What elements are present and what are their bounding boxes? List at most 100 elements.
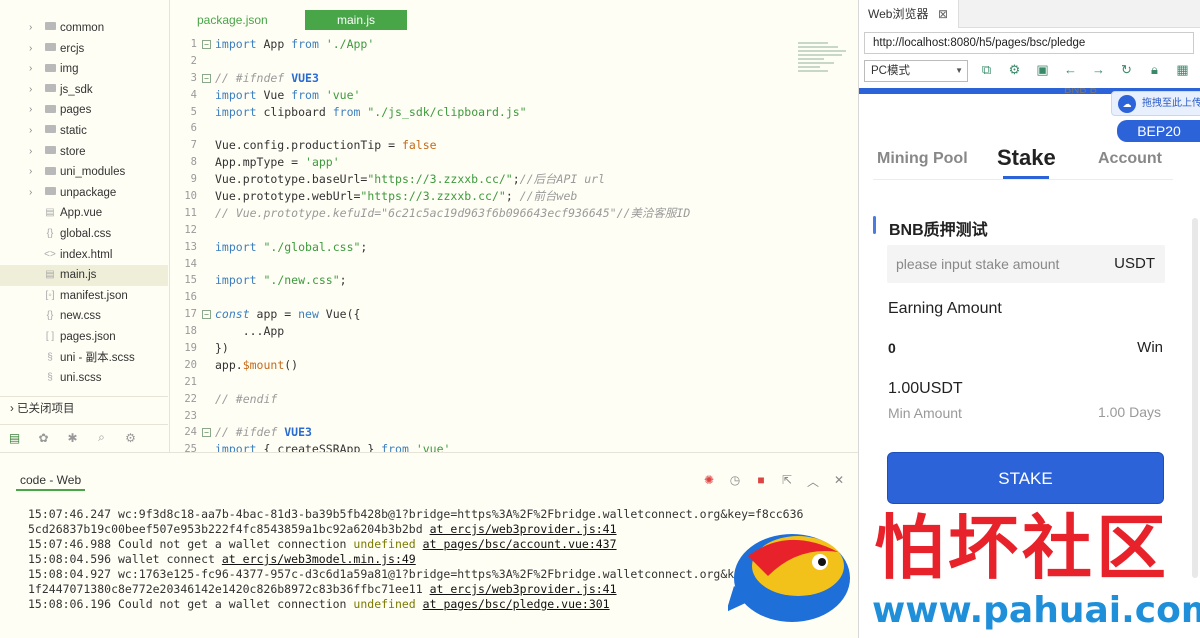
sidebar-item[interactable]: {} new.css [0, 306, 168, 327]
console-title[interactable]: code - Web [16, 469, 86, 491]
code-line[interactable]: 16 [171, 289, 796, 306]
export-icon[interactable]: ⇱ [778, 473, 796, 490]
code-line[interactable]: 12 [171, 222, 796, 239]
fold-icon[interactable]: − [202, 310, 211, 320]
code-line[interactable]: 4 import Vue from 'vue' [171, 87, 796, 104]
minimap[interactable] [798, 40, 852, 100]
ide-window: › common › ercjs › img › js_sdk › pages › static › st… [0, 0, 858, 638]
scrollbar[interactable] [1192, 218, 1198, 578]
sidebar-item[interactable]: [◦] manifest.json [0, 286, 168, 307]
sidebar-item[interactable]: § uni.scss [0, 368, 168, 389]
code-line[interactable]: 18 ...App [171, 323, 796, 340]
qr-icon[interactable]: ▦ [1173, 62, 1192, 78]
refresh-icon[interactable]: ↻ [1117, 62, 1136, 78]
chevron-right-icon[interactable]: › [29, 18, 32, 39]
fold-icon[interactable]: − [202, 428, 211, 438]
code-line[interactable]: 3−// #ifndef VUE3 [171, 70, 796, 87]
chevron-right-icon[interactable]: › [29, 100, 32, 121]
url-bar[interactable]: http://localhost:8080/h5/pages/bsc/pledg… [864, 32, 1194, 54]
close-icon[interactable]: ⊠ [938, 0, 948, 28]
code-line[interactable]: 22 // #endif [171, 391, 796, 408]
chevron-right-icon[interactable]: › [29, 59, 32, 80]
chevron-right-icon[interactable]: › [29, 39, 32, 60]
code-line[interactable]: 10 Vue.prototype.webUrl="https://3.zzxxb.… [171, 188, 796, 205]
code-line[interactable]: 5 import clipboard from "./js_sdk/clipboa… [171, 104, 796, 121]
code-line[interactable]: 8 App.mpType = 'app' [171, 154, 796, 171]
sidebar-item[interactable]: [ ] pages.json [0, 327, 168, 348]
clear-icon[interactable]: ✕ [830, 473, 848, 490]
code-line[interactable]: 15 import "./new.css"; [171, 272, 796, 289]
sidebar-item[interactable]: › static [0, 121, 168, 142]
sidebar-item[interactable]: § uni - 副本.scss [0, 348, 168, 369]
stop-icon[interactable]: ■ [752, 473, 770, 490]
collapse-icon[interactable]: ︿ [804, 473, 822, 490]
sidebar-item[interactable]: ▤ App.vue [0, 203, 168, 224]
sidebar-item[interactable]: › ercjs [0, 39, 168, 60]
code-line[interactable]: 25 import { createSSRApp } from 'vue' [171, 441, 796, 452]
code-text: // #ifndef VUE3 [215, 70, 319, 85]
sidebar-item[interactable]: › pages [0, 100, 168, 121]
code-line[interactable]: 24−// #ifdef VUE3 [171, 424, 796, 441]
code-line[interactable]: 9 Vue.prototype.baseUrl="https://3.zzxxb.… [171, 171, 796, 188]
code-text: Vue.config.productionTip = false [215, 138, 437, 153]
code-line[interactable]: 19}) [171, 340, 796, 357]
sidebar-item[interactable]: › js_sdk [0, 80, 168, 101]
tab-stake[interactable]: Stake [997, 145, 1056, 171]
line-number: 1 [190, 38, 197, 50]
code-line[interactable]: 11 // Vue.prototype.kefuId="6c21c5ac19d96… [171, 205, 796, 222]
bep20-badge[interactable]: BEP20 [1117, 120, 1200, 142]
gear-icon[interactable]: ⚙ [1005, 62, 1024, 78]
code-line[interactable]: 2 [171, 53, 796, 70]
code-line[interactable]: 13 import "./global.css"; [171, 239, 796, 256]
debug-icon[interactable]: ✱ [58, 431, 87, 445]
chevron-right-icon[interactable]: › [29, 183, 32, 204]
code-line[interactable]: 21 [171, 374, 796, 391]
fold-icon[interactable]: − [202, 73, 211, 83]
forward-icon[interactable]: → [1089, 62, 1108, 78]
tab-mining-pool[interactable]: Mining Pool [877, 150, 968, 168]
project-manager-icon[interactable]: ▤ [0, 431, 29, 445]
fold-icon[interactable]: − [202, 40, 211, 49]
code-line[interactable]: 6 [171, 120, 796, 137]
screenshot-icon[interactable]: ⧉ [977, 62, 996, 78]
bug-icon[interactable]: ✺ [700, 473, 718, 490]
back-icon[interactable]: ← [1061, 62, 1080, 78]
chevron-right-icon[interactable]: › [29, 142, 32, 163]
code-line[interactable]: 23 [171, 408, 796, 425]
browser-tab[interactable]: Web浏览器 ⊠ [859, 0, 959, 28]
sidebar-item[interactable]: › unpackage [0, 183, 168, 204]
code-line[interactable]: 1− import App from './App' [171, 36, 796, 53]
sidebar-item[interactable]: › uni_modules [0, 162, 168, 183]
code-line[interactable]: 14 [171, 256, 796, 273]
stake-button[interactable]: STAKE [887, 452, 1164, 504]
line-number: 18 [184, 325, 197, 338]
stake-amount-input[interactable]: please input stake amount USDT [887, 245, 1165, 283]
lock-icon[interactable]: 🔒︎ [1145, 62, 1164, 78]
sidebar-item[interactable]: › store [0, 142, 168, 163]
sidebar-item[interactable]: <> index.html [0, 245, 168, 266]
tab-package-json[interactable]: package.json [171, 10, 294, 30]
sidebar-item[interactable]: ▤ main.js [0, 265, 168, 286]
code-line[interactable]: 20 app.$mount() [171, 357, 796, 374]
tab-main-js[interactable]: main.js [305, 10, 407, 30]
code-editor[interactable]: 1− import App from './App' 2 3−// #ifndef V… [171, 36, 796, 452]
mode-select[interactable]: PC模式 ▼ [864, 60, 968, 82]
sidebar-item[interactable]: › img [0, 59, 168, 80]
code-text: import "./global.css"; [215, 239, 368, 254]
sidebar-item[interactable]: {} global.css [0, 224, 168, 245]
plugin-icon[interactable]: ✿ [29, 431, 58, 445]
active-tab-indicator [1003, 176, 1049, 179]
code-line[interactable]: 7 Vue.config.productionTip = false [171, 137, 796, 154]
chevron-right-icon[interactable]: › [29, 121, 32, 142]
terminal-icon[interactable]: ▣ [1033, 62, 1052, 78]
settings-icon[interactable]: ⚙ [116, 431, 145, 445]
sidebar-item[interactable]: › common [0, 18, 168, 39]
run-icon[interactable]: ◷ [726, 473, 744, 490]
closed-projects[interactable]: › 已关闭项目 [0, 396, 168, 420]
search-icon[interactable]: ⌕ [87, 430, 116, 445]
code-line[interactable]: 17− const app = new Vue({ [171, 306, 796, 323]
tab-account[interactable]: Account [1098, 150, 1162, 168]
upload-drag-tip[interactable]: ☁ 拖拽至此上传 [1111, 91, 1200, 116]
chevron-right-icon[interactable]: › [29, 162, 32, 183]
chevron-right-icon[interactable]: › [29, 80, 32, 101]
